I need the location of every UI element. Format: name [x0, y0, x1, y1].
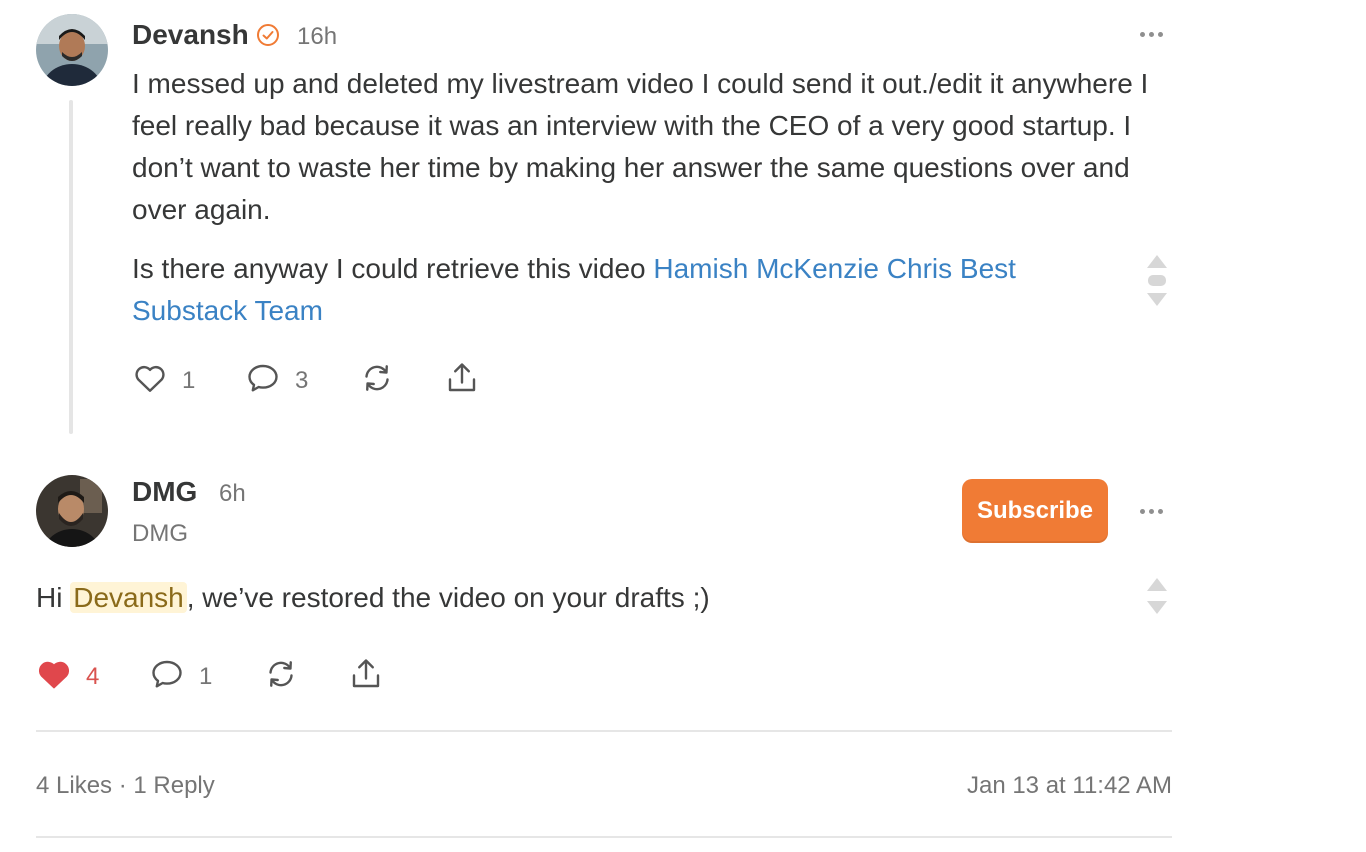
like-count: 4 — [86, 662, 100, 690]
dmg-avatar[interactable] — [36, 475, 108, 547]
vote-separator — [1148, 275, 1166, 286]
footer-timestamp[interactable]: Jan 13 at 11:42 AM — [967, 772, 1172, 800]
footer-stats: 4 Likes · 1 Reply — [36, 772, 215, 800]
restack-icon — [359, 360, 395, 401]
downvote-icon[interactable] — [1147, 601, 1167, 614]
mention-link[interactable]: Hamish McKenzie — [653, 253, 879, 284]
footer-divider-top — [36, 730, 1172, 732]
speech-bubble-icon — [149, 656, 185, 697]
footer-replies-link[interactable]: 1 Reply — [133, 772, 214, 799]
comment-restack-button[interactable] — [359, 360, 395, 401]
subscribe-button[interactable]: Subscribe — [962, 479, 1108, 543]
reply-vote-control — [1146, 578, 1168, 614]
reply-text-prefix: Hi — [36, 582, 71, 613]
speech-bubble-icon — [245, 360, 281, 401]
reply-restack-button[interactable] — [263, 656, 299, 697]
publication-name[interactable]: DMG — [132, 520, 188, 548]
heart-outline-icon — [132, 360, 168, 401]
comment-author-name[interactable]: Devansh — [132, 19, 249, 51]
comment-body-paragraph-1: I messed up and deleted my livestream vi… — [132, 68, 1149, 225]
share-icon — [444, 360, 480, 401]
devansh-avatar[interactable] — [36, 14, 108, 86]
like-count: 1 — [182, 366, 196, 394]
comment-like-button[interactable]: 1 — [132, 360, 195, 401]
footer-likes-link[interactable]: 4 Likes — [36, 772, 112, 799]
mention-link[interactable]: Chris Best — [887, 253, 1016, 284]
reply-timestamp[interactable]: 6h — [219, 480, 246, 508]
restack-icon — [263, 656, 299, 697]
reply-author-name[interactable]: DMG — [132, 476, 197, 508]
mention-link[interactable]: Substack Team — [132, 295, 323, 326]
thread-line — [69, 100, 73, 434]
reply-like-button[interactable]: 4 — [36, 656, 99, 697]
comment-body-paragraph-2: Is there anyway I could retrieve this vi… — [132, 248, 1112, 332]
upvote-icon[interactable] — [1147, 578, 1167, 591]
more-horizontal-icon[interactable] — [1140, 32, 1163, 37]
share-icon — [348, 656, 384, 697]
downvote-icon[interactable] — [1147, 293, 1167, 306]
comment-share-button[interactable] — [444, 360, 480, 401]
check-circle-icon — [256, 23, 280, 52]
reply-text-suffix: , we’ve restored the video on your draft… — [186, 582, 710, 613]
reply-share-button[interactable] — [348, 656, 384, 697]
upvote-icon[interactable] — [1147, 255, 1167, 268]
comment-vote-control — [1146, 255, 1168, 306]
comment-body-text: Is there anyway I could retrieve this vi… — [132, 253, 654, 284]
reply-count: 3 — [295, 366, 309, 394]
footer-separator: · — [118, 772, 127, 799]
reply-reply-button[interactable]: 1 — [149, 656, 212, 697]
reply-count: 1 — [199, 662, 213, 690]
more-horizontal-icon[interactable] — [1140, 509, 1163, 514]
mention-highlight[interactable]: Devansh — [70, 582, 187, 613]
footer-divider-bottom — [36, 836, 1172, 838]
comment-timestamp[interactable]: 16h — [297, 23, 337, 51]
heart-filled-icon — [36, 656, 72, 697]
reply-body: Hi Devansh, we’ve restored the video on … — [36, 577, 1116, 619]
comment-reply-button[interactable]: 3 — [245, 360, 308, 401]
